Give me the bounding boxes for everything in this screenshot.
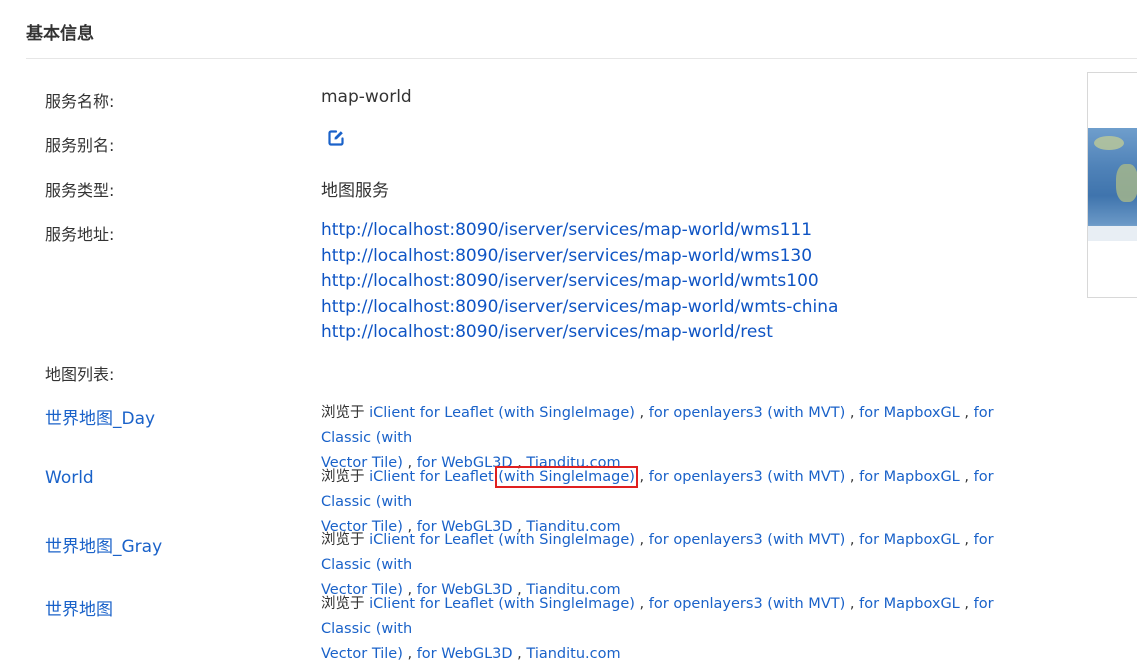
map-name-link[interactable]: 世界地图_Gray xyxy=(45,532,162,557)
mapboxgl-link[interactable]: for MapboxGL xyxy=(859,405,960,421)
world-map-image xyxy=(1088,128,1137,241)
service-name-value: map-world xyxy=(321,87,412,107)
leaflet-link[interactable]: iClient for Leaflet xyxy=(369,405,494,421)
mapboxgl-link[interactable]: for MapboxGL xyxy=(859,532,960,548)
map-name-link[interactable]: 世界地图 xyxy=(45,595,113,620)
openlayers3-mvt-link[interactable]: for openlayers3 (with MVT) xyxy=(649,596,845,612)
service-type-label: 服务类型: xyxy=(45,181,115,200)
map-name-link[interactable]: World xyxy=(45,468,94,488)
openlayers3-mvt-link[interactable]: for openlayers3 (with MVT) xyxy=(649,469,845,485)
service-alias-label: 服务别名: xyxy=(45,136,115,155)
section-title: 基本信息 xyxy=(26,24,94,44)
address-link-wms111[interactable]: http://localhost:8090/iserver/services/m… xyxy=(321,218,838,244)
mapboxgl-link[interactable]: for MapboxGL xyxy=(859,469,960,485)
webgl3d-link[interactable]: for WebGL3D xyxy=(417,646,513,662)
address-link-wmts-china[interactable]: http://localhost:8090/iserver/services/m… xyxy=(321,295,838,321)
service-address-label: 服务地址: xyxy=(45,225,115,244)
browse-prefix: 浏览于 xyxy=(321,596,365,612)
edit-icon[interactable] xyxy=(327,129,345,147)
browse-prefix: 浏览于 xyxy=(321,405,365,421)
browse-prefix: 浏览于 xyxy=(321,532,365,548)
section-divider xyxy=(26,58,1137,59)
service-name-label: 服务名称: xyxy=(45,92,115,111)
address-link-rest[interactable]: http://localhost:8090/iserver/services/m… xyxy=(321,320,838,346)
tianditu-link[interactable]: Tianditu.com xyxy=(526,646,620,662)
leaflet-singleimage-link[interactable]: (with SingleImage) xyxy=(498,405,635,421)
address-link-wms130[interactable]: http://localhost:8090/iserver/services/m… xyxy=(321,244,838,270)
address-link-wmts100[interactable]: http://localhost:8090/iserver/services/m… xyxy=(321,269,838,295)
map-list-label: 地图列表: xyxy=(45,365,115,384)
browse-links: 浏览于 iClient for Leaflet (with SingleImag… xyxy=(321,596,994,662)
map-thumbnail xyxy=(1087,72,1137,298)
service-type-value: 地图服务 xyxy=(321,181,389,201)
mapboxgl-link[interactable]: for MapboxGL xyxy=(859,596,960,612)
leaflet-singleimage-link[interactable]: (with SingleImage) xyxy=(498,596,635,612)
leaflet-link[interactable]: iClient for Leaflet xyxy=(369,532,494,548)
map-name-link[interactable]: 世界地图_Day xyxy=(45,404,155,429)
leaflet-singleimage-link[interactable]: (with SingleImage) xyxy=(498,532,635,548)
service-address-list: http://localhost:8090/iserver/services/m… xyxy=(321,218,838,346)
leaflet-link[interactable]: iClient for Leaflet xyxy=(369,596,494,612)
openlayers3-mvt-link[interactable]: for openlayers3 (with MVT) xyxy=(649,532,845,548)
leaflet-singleimage-link-highlighted[interactable]: (with SingleImage) xyxy=(495,466,638,488)
openlayers3-mvt-link[interactable]: for openlayers3 (with MVT) xyxy=(649,405,845,421)
leaflet-link[interactable]: iClient for Leaflet xyxy=(369,469,494,485)
browse-prefix: 浏览于 xyxy=(321,469,365,485)
